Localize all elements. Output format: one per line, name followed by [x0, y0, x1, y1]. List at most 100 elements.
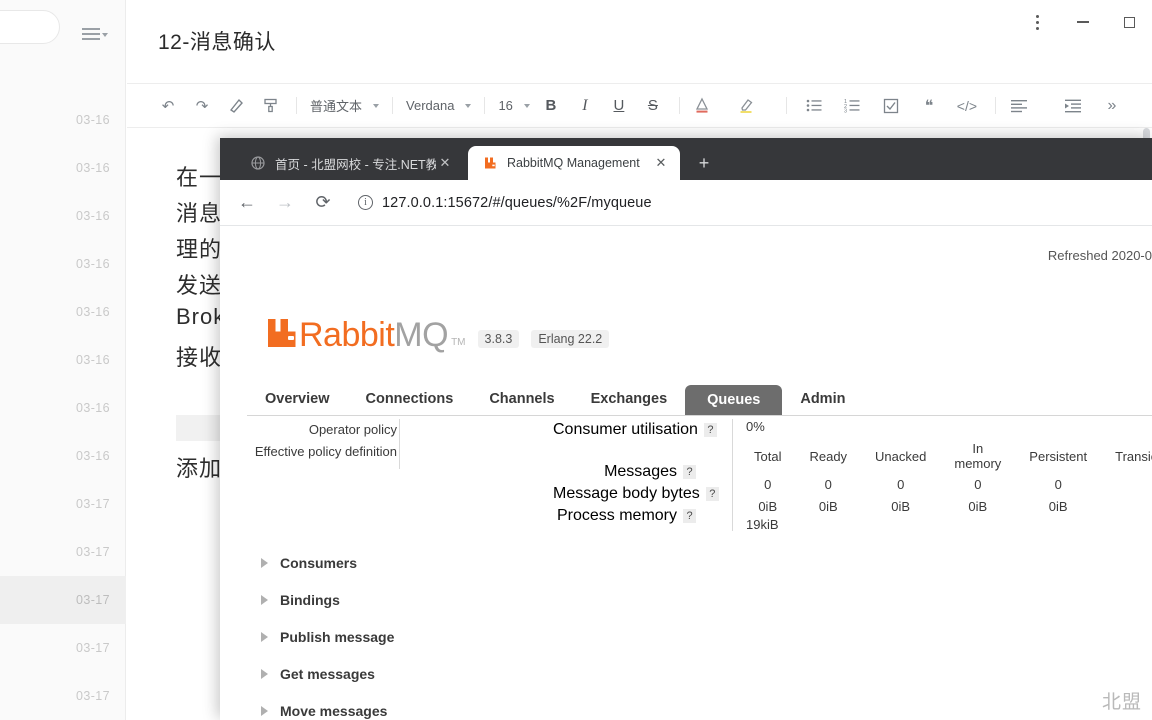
logo-text-rabbit: Rabbit	[299, 316, 395, 354]
indent-icon[interactable]	[1055, 84, 1093, 127]
chevron-right-icon	[261, 557, 268, 568]
italic-button[interactable]: I	[568, 84, 602, 127]
font-family-select[interactable]: Verdana	[402, 84, 475, 127]
kebab-menu-icon[interactable]	[1014, 0, 1060, 44]
table-cell: 0iB	[1048, 498, 1068, 514]
note-list-item[interactable]: 03-16	[0, 432, 126, 480]
help-icon[interactable]: ?	[705, 487, 719, 501]
note-list-item-date: 03-16	[76, 257, 110, 271]
window-controls[interactable]	[972, 0, 1152, 44]
note-list-item[interactable]: 03-16	[0, 336, 126, 384]
column-header: Persistent	[1029, 448, 1088, 464]
underline-button[interactable]: U	[602, 84, 636, 127]
rabbitmq-nav-tabs[interactable]: Overview Connections Channels Exchanges Queu…	[247, 385, 1152, 416]
metric-label-row: Message body bytes?	[553, 483, 719, 505]
nav-tab-exchanges[interactable]: Exchanges	[573, 385, 686, 415]
section-label: Publish message	[280, 628, 395, 645]
info-circle-icon[interactable]: i	[358, 195, 373, 210]
column-header: Transient	[1115, 448, 1152, 464]
note-list-item[interactable]: 03-16	[0, 288, 126, 336]
queue-action-sections[interactable]: Consumers Bindings Publish message Get mess…	[261, 544, 394, 720]
help-icon[interactable]: ?	[703, 423, 717, 437]
help-icon[interactable]: ?	[683, 465, 696, 479]
checkbox-icon[interactable]	[872, 84, 910, 127]
browser-tab-title: 首页 - 北盟网校 - 专注.NET教学	[275, 157, 436, 172]
eraser-icon[interactable]	[219, 84, 253, 127]
url-text: 127.0.0.1:15672/#/queues/%2F/myqueue	[382, 194, 652, 211]
section-toggle-bindings[interactable]: Bindings	[261, 581, 394, 618]
toolbar-separator	[785, 97, 787, 114]
undo-button[interactable]: ↶	[151, 84, 185, 127]
section-toggle-publish-message[interactable]: Publish message	[261, 618, 394, 655]
maximize-icon[interactable]	[1106, 0, 1152, 44]
rabbitmq-logo[interactable]: Rabbit MQ TM 3.8.3 Erlang 22.2	[265, 316, 610, 354]
redo-button[interactable]: ↷	[185, 84, 219, 127]
note-list-item[interactable]: 03-16	[0, 144, 126, 192]
format-painter-icon[interactable]	[253, 84, 287, 127]
policy-labels: Operator policy Effective policy definiti…	[220, 419, 400, 469]
sidebar-search-pill[interactable]	[0, 10, 60, 44]
metric-label-row: Consumer utilisation?	[553, 419, 717, 441]
close-icon[interactable]: ✕	[436, 155, 454, 171]
section-label: Move messages	[280, 702, 388, 719]
url-bar[interactable]: i 127.0.0.1:15672/#/queues/%2F/myqueue	[348, 187, 1144, 219]
more-tools-button[interactable]: »	[1093, 84, 1131, 127]
help-icon[interactable]: ?	[683, 509, 696, 523]
note-list-item[interactable]: 03-16	[0, 192, 126, 240]
highlighter-icon[interactable]	[733, 84, 759, 127]
nav-tab-overview[interactable]: Overview	[247, 385, 348, 415]
section-toggle-consumers[interactable]: Consumers	[261, 544, 394, 581]
note-sidebar[interactable]: 03-16 03-16 03-16 03-16 03-16 03-16 03-16 03-16…	[0, 0, 126, 720]
watermark: 北盟	[1101, 692, 1142, 713]
new-tab-button[interactable]: +	[692, 152, 716, 176]
paragraph-style-select[interactable]: 普通文本	[306, 84, 383, 127]
chevron-right-icon	[261, 594, 268, 605]
section-toggle-move-messages[interactable]: Move messages	[261, 692, 394, 720]
minimize-icon[interactable]	[1060, 0, 1106, 44]
column-header: Total	[754, 448, 782, 464]
font-size-select[interactable]: 16	[494, 84, 533, 127]
bullet-list-icon[interactable]	[796, 84, 834, 127]
chevron-down-icon	[373, 103, 380, 108]
nav-tab-admin[interactable]: Admin	[782, 385, 863, 415]
metric-label-row: Process memory?	[553, 505, 696, 527]
note-list-item[interactable]: 03-17	[0, 672, 126, 720]
font-color-dropdown-icon[interactable]	[715, 84, 733, 127]
nav-tab-queues[interactable]: Queues	[685, 385, 783, 415]
reload-button[interactable]: ⟳	[304, 184, 342, 222]
nav-tab-channels[interactable]: Channels	[471, 385, 572, 415]
strikethrough-button[interactable]: S	[636, 84, 670, 127]
note-list-item[interactable]: 03-17	[0, 624, 126, 672]
close-icon[interactable]: ✕	[652, 155, 670, 171]
browser-tab-active[interactable]: RabbitMQ Management ✕	[468, 146, 680, 180]
numbered-list-icon[interactable]: 123	[834, 84, 872, 127]
note-body-line: 理的	[176, 237, 223, 262]
rabbitmq-logo-mark	[268, 319, 296, 347]
hamburger-icon[interactable]	[82, 26, 108, 44]
nav-tab-connections[interactable]: Connections	[348, 385, 472, 415]
align-icon[interactable]	[1005, 84, 1035, 127]
quote-icon[interactable]: ❝	[910, 84, 948, 127]
back-button[interactable]: ←	[228, 184, 266, 222]
note-list-item[interactable]: 03-17	[0, 480, 126, 528]
code-icon[interactable]: </>	[948, 84, 986, 127]
note-list-item[interactable]: 03-16	[0, 96, 126, 144]
note-list-item[interactable]: 03-16	[0, 240, 126, 288]
browser-omnibar[interactable]: ← → ⟳ i 127.0.0.1:15672/#/queues/%2F/myq…	[220, 180, 1152, 226]
font-color-icon[interactable]	[689, 84, 715, 127]
note-list-item[interactable]: 03-16	[0, 384, 126, 432]
note-body-line: 接收	[176, 345, 223, 370]
toolbar-separator	[678, 97, 680, 114]
note-list-item-date: 03-17	[76, 545, 110, 559]
font-family-value: Verdana	[406, 98, 455, 113]
bold-button[interactable]: B	[534, 84, 568, 127]
editor-toolbar[interactable]: ↶ ↷ 普通文本 Verdana 16 B I U S 1 2 3 ❝ </> …	[127, 84, 1152, 127]
align-dropdown-icon[interactable]	[1035, 84, 1055, 127]
browser-tab-inactive[interactable]: 首页 - 北盟网校 - 专注.NET教学 ✕	[236, 146, 464, 180]
logo-text-mq: MQ	[394, 316, 449, 354]
note-list-item[interactable]: 03-17	[0, 576, 126, 624]
browser-tabstrip[interactable]: 首页 - 北盟网校 - 专注.NET教学 ✕ RabbitMQ Manageme…	[220, 138, 1152, 180]
highlight-dropdown-icon[interactable]	[759, 84, 777, 127]
note-list-item[interactable]: 03-17	[0, 528, 126, 576]
section-toggle-get-messages[interactable]: Get messages	[261, 655, 394, 692]
